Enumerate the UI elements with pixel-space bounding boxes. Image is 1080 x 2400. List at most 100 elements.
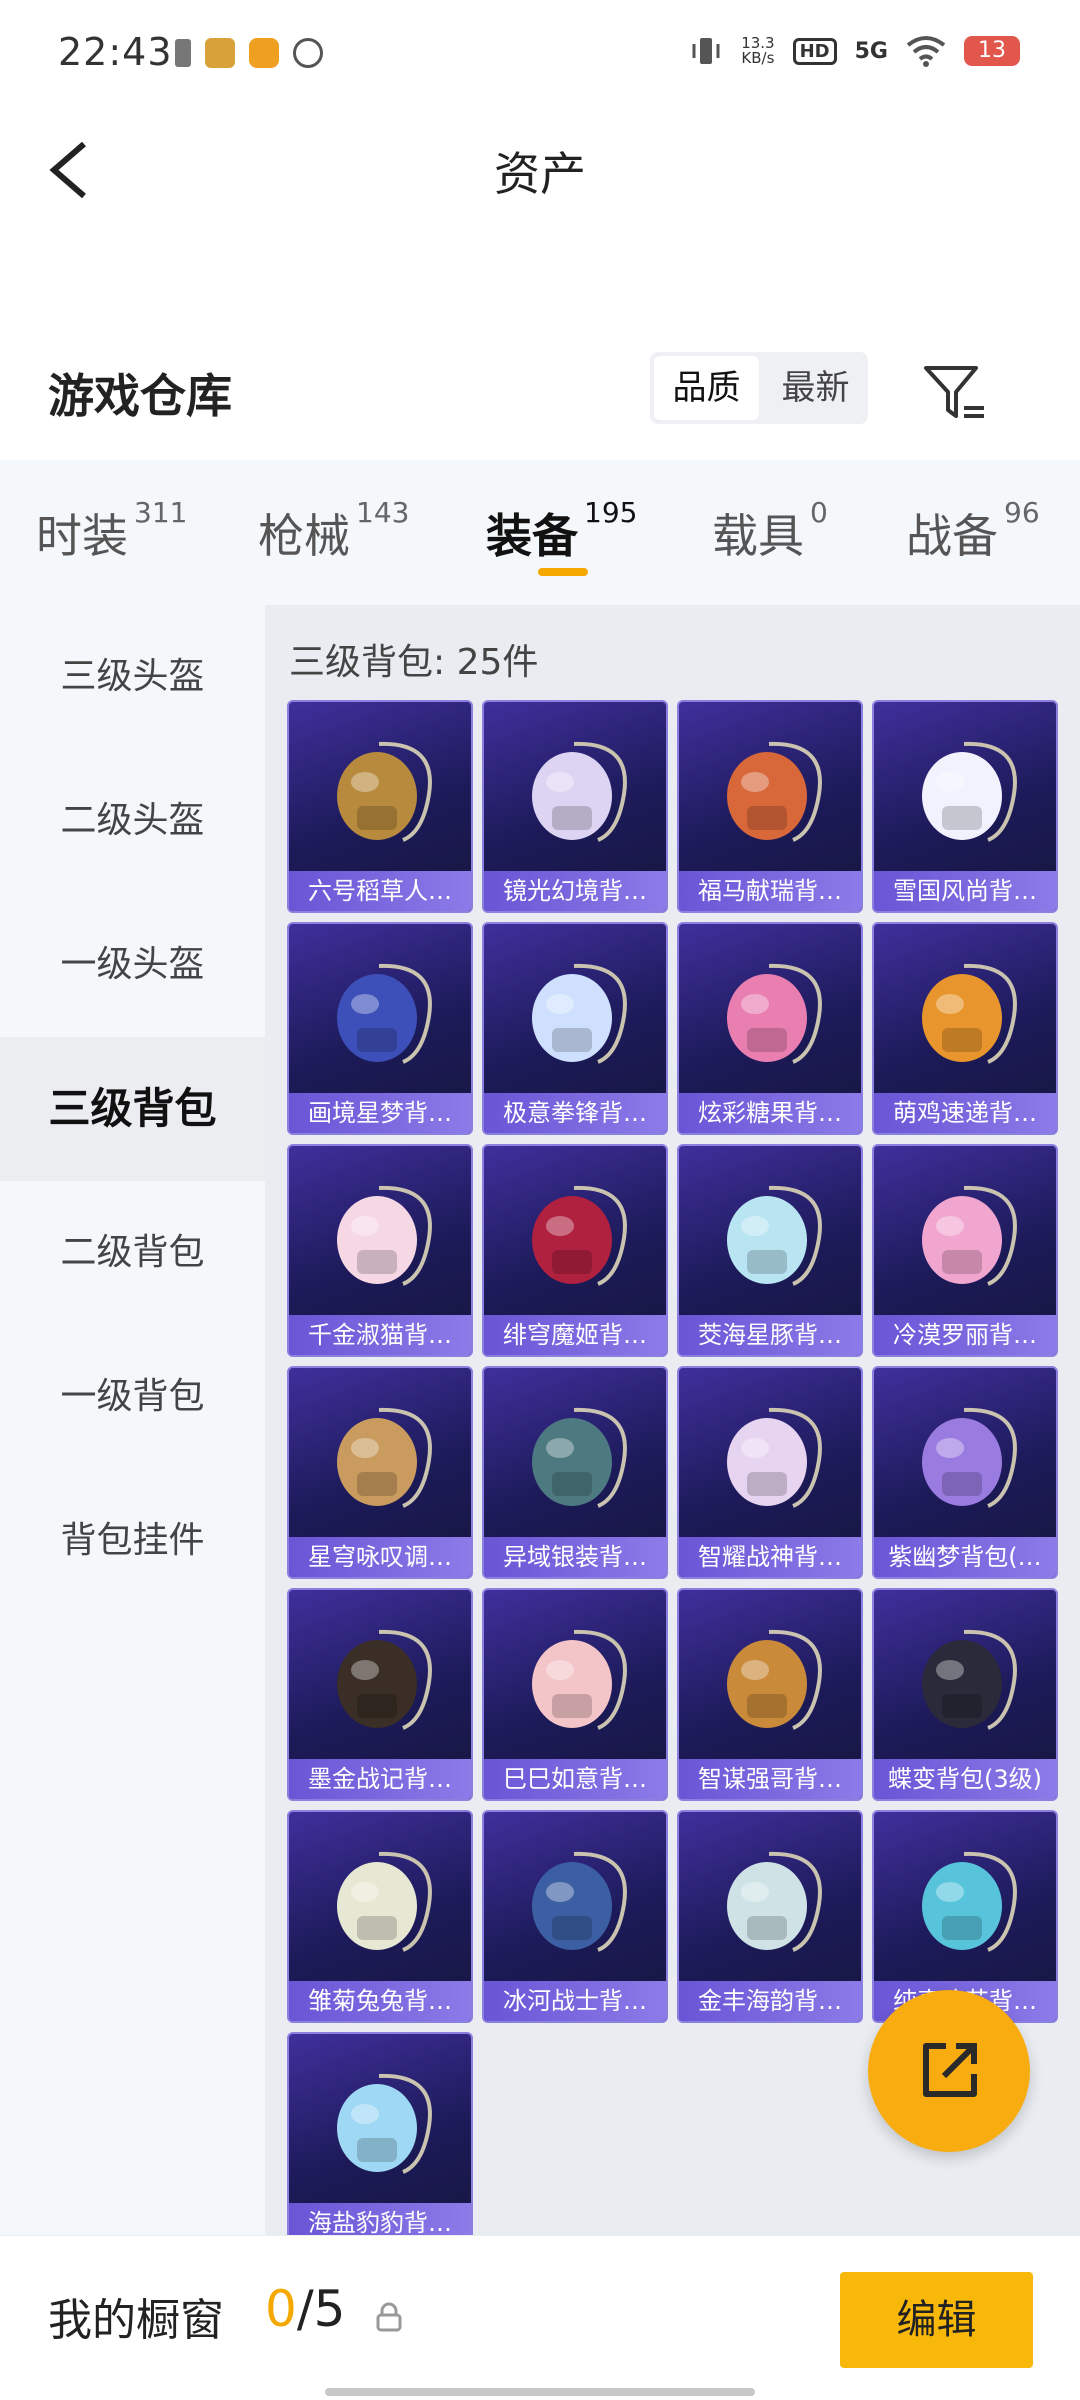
backpack-card[interactable]: 紫幽梦背包(… xyxy=(872,1366,1058,1579)
vibrate-icon xyxy=(692,38,720,64)
showcase-bar: 我的橱窗 0/5 编辑 xyxy=(0,2235,1080,2400)
tab-equipment[interactable]: 装备 195 xyxy=(486,496,637,566)
battery-indicator: 13 xyxy=(964,36,1020,66)
lock-icon xyxy=(376,2302,402,2332)
backpack-card[interactable]: 智谋强哥背… xyxy=(677,1588,863,1801)
page-title: 资产 xyxy=(494,147,586,201)
net-speed: 13.3 KB/s xyxy=(741,34,775,67)
sidebar-item-level2-backpack[interactable]: 二级背包 xyxy=(0,1181,265,1325)
backpack-card-label: 智谋强哥背… xyxy=(679,1759,861,1799)
backpack-card-label: 炫彩糖果背… xyxy=(679,1093,861,1133)
backpack-card-label: 异域银装背… xyxy=(484,1537,666,1577)
backpack-card[interactable]: 蝶变背包(3级) xyxy=(872,1588,1058,1801)
subcategory-sidebar: 三级头盔 二级头盔 一级头盔 三级背包 二级背包 一级背包 背包挂件 xyxy=(0,605,265,2235)
butterfly-backpack-icon xyxy=(922,1629,1017,1730)
backpack-card[interactable]: 金丰海韵背… xyxy=(677,1810,863,2023)
status-notification-icons xyxy=(175,38,323,68)
game-notification-icon xyxy=(249,38,279,68)
backpack-card[interactable]: 镜光幻境背… xyxy=(482,700,668,913)
backpack-card[interactable]: 星穹咏叹调… xyxy=(287,1366,473,1579)
network-type: 5G xyxy=(854,38,888,64)
backpack-card-label: 镜光幻境背… xyxy=(484,871,666,911)
group-title: 三级背包: 25件 xyxy=(289,642,539,683)
backpack-card[interactable]: 冷漠罗丽背… xyxy=(872,1144,1058,1357)
backpack-card[interactable]: 冰河战士背… xyxy=(482,1810,668,2023)
backpack-card-label: 海盐豹豹背… xyxy=(289,2203,471,2235)
backpack-card[interactable]: 智耀战神背… xyxy=(677,1366,863,1579)
backpack-card-label: 萌鸡速递背… xyxy=(874,1093,1056,1133)
icecream-backpack-icon xyxy=(922,1851,1017,1952)
backpack-card-label: 智耀战神背… xyxy=(679,1537,861,1577)
backpack-card-label: 六号稻草人… xyxy=(289,871,471,911)
hd-badge: HD xyxy=(792,37,837,65)
chick-backpack-icon xyxy=(922,963,1017,1064)
filter-icon[interactable] xyxy=(920,358,990,428)
battery-saver-icon xyxy=(175,39,191,67)
backpack-card[interactable]: 雪国风尚背… xyxy=(872,700,1058,913)
sidebar-item-level3-helmet[interactable]: 三级头盔 xyxy=(0,605,265,749)
backpack-card-label: 金丰海韵背… xyxy=(679,1981,861,2021)
tab-vehicles[interactable]: 载具 0 xyxy=(712,496,828,566)
backpack-card[interactable]: 墨金战记背… xyxy=(287,1588,473,1801)
backpack-card[interactable]: 六号稻草人… xyxy=(287,700,473,913)
bear-backpack-icon xyxy=(727,1629,822,1730)
backpack-card[interactable]: 绯穹魔姬背… xyxy=(482,1144,668,1357)
backpack-card[interactable]: 极意拳锋背… xyxy=(482,922,668,1135)
sort-quality-button[interactable]: 品质 xyxy=(654,356,759,420)
sidebar-item-level3-backpack[interactable]: 三级背包 xyxy=(0,1037,265,1181)
sort-toggle: 品质 最新 xyxy=(650,352,868,424)
backpack-card[interactable]: 海盐豹豹背… xyxy=(287,2032,473,2235)
cloud-backpack-icon xyxy=(532,963,627,1064)
edit-showcase-button[interactable]: 编辑 xyxy=(840,2272,1033,2368)
harp-backpack-icon xyxy=(337,1407,432,1508)
nav-bar: 资产 xyxy=(0,110,1080,230)
backpack-card-label: 冷漠罗丽背… xyxy=(874,1315,1056,1355)
backpack-card[interactable]: 雏菊兔兔背… xyxy=(287,1810,473,2023)
home-indicator[interactable] xyxy=(325,2388,755,2396)
tactical-backpack-icon xyxy=(532,1407,627,1508)
seal-backpack-icon xyxy=(337,2073,432,2174)
status-time: 22:43 xyxy=(58,30,173,74)
backpack-card[interactable]: 画境星梦背… xyxy=(287,922,473,1135)
donut-backpack-icon xyxy=(727,963,822,1064)
sidebar-item-level1-backpack[interactable]: 一级背包 xyxy=(0,1325,265,1469)
sort-newest-button[interactable]: 最新 xyxy=(763,352,868,424)
mirror-backpack-icon xyxy=(337,963,432,1064)
backpack-card[interactable]: 萌鸡速递背… xyxy=(872,922,1058,1135)
backpack-card[interactable]: 茭海星豚背… xyxy=(677,1144,863,1357)
showcase-count: 0/5 xyxy=(265,2280,346,2338)
backpack-card[interactable]: 千金淑猫背… xyxy=(287,1144,473,1357)
sidebar-item-level1-helmet[interactable]: 一级头盔 xyxy=(0,893,265,1037)
backpack-card-label: 千金淑猫背… xyxy=(289,1315,471,1355)
status-bar: 22:43 13.3 KB/s HD 5G 13 xyxy=(0,0,1080,100)
status-system-icons: 13.3 KB/s HD 5G 13 xyxy=(689,34,1020,68)
sidebar-item-backpack-charm[interactable]: 背包挂件 xyxy=(0,1469,265,1613)
category-tabs: 时装 311 枪械 143 装备 195 载具 0 战备 96 xyxy=(0,460,1080,605)
cat-backpack-icon xyxy=(337,1185,432,1286)
share-fab-button[interactable] xyxy=(868,1990,1030,2152)
bunny-backpack-icon xyxy=(337,1851,432,1952)
backpack-card-label: 墨金战记背… xyxy=(289,1759,471,1799)
link-notification-icon xyxy=(293,38,323,68)
warehouse-title: 游戏仓库 xyxy=(48,369,232,423)
horse-backpack-icon xyxy=(727,741,822,842)
backpack-card[interactable]: 异域银装背… xyxy=(482,1366,668,1579)
backpack-card-label: 茭海星豚背… xyxy=(679,1315,861,1355)
backpack-card[interactable]: 巳巳如意背… xyxy=(482,1588,668,1801)
tab-supplies[interactable]: 战备 96 xyxy=(906,496,1040,566)
backpack-card-label: 星穹咏叹调… xyxy=(289,1537,471,1577)
shell-backpack-icon xyxy=(727,1851,822,1952)
tab-guns[interactable]: 枪械 143 xyxy=(258,496,409,566)
wifi-icon xyxy=(906,36,946,67)
backpack-card[interactable]: 福马献瑞背… xyxy=(677,700,863,913)
backpack-card-label: 蝶变背包(3级) xyxy=(874,1759,1056,1799)
scarecrow-backpack-icon xyxy=(337,741,432,842)
backpack-card[interactable]: 炫彩糖果背… xyxy=(677,922,863,1135)
backpack-card-label: 冰河战士背… xyxy=(484,1981,666,2021)
robot-backpack-icon xyxy=(532,1851,627,1952)
lotus-backpack-icon xyxy=(922,1407,1017,1508)
backpack-card-label: 画境星梦背… xyxy=(289,1093,471,1133)
sidebar-item-level2-helmet[interactable]: 二级头盔 xyxy=(0,749,265,893)
warehouse-header: 游戏仓库 品质 最新 xyxy=(0,340,1080,460)
tab-fashion[interactable]: 时装 311 xyxy=(36,496,187,566)
